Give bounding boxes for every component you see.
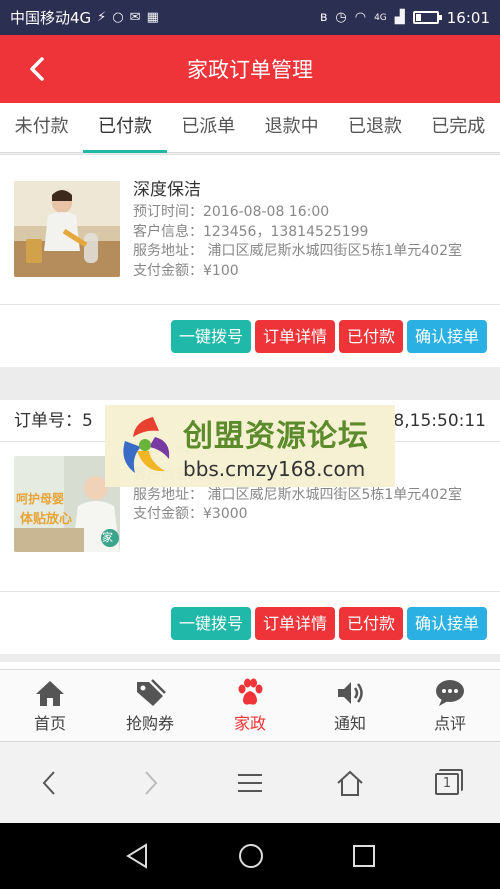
browser-home-button[interactable] <box>300 769 400 797</box>
keyboard-icon: ▦ <box>146 10 159 25</box>
call-button[interactable]: 一键拨号 <box>170 319 251 353</box>
paid-status-button[interactable]: 已付款 <box>338 319 403 353</box>
order-status-tabs: 未付款 已付款 已派单 退款中 已退款 已完成 <box>0 103 500 153</box>
watermark-url: bbs.cmzy168.com <box>183 457 366 481</box>
chevron-left-icon <box>30 57 44 81</box>
home-outline-icon <box>337 770 363 796</box>
message-icon: ○ <box>112 10 124 25</box>
tab-refunding[interactable]: 退款中 <box>250 103 333 152</box>
watermark-title: 创盟资源论坛 <box>183 419 369 454</box>
order-actions: 一键拨号 订单详情 已付款 确认接单 <box>0 305 500 367</box>
home-icon <box>36 680 64 706</box>
signal-icon: ▟ <box>394 10 405 25</box>
nav-notifications[interactable]: 通知 <box>300 670 400 741</box>
image-badge: 家 <box>102 531 113 544</box>
system-home-icon[interactable] <box>237 842 265 870</box>
back-button[interactable] <box>22 49 52 89</box>
confirm-order-button[interactable]: 确认接单 <box>406 606 487 640</box>
network-type-label: 4G <box>374 12 387 23</box>
order-card-body[interactable]: 深度保洁 预订时间：2016-08-08 16:00 客户信息：123456，1… <box>0 155 500 305</box>
menu-icon <box>238 773 262 792</box>
browser-menu-button[interactable] <box>200 771 300 795</box>
customer-info: 客户信息：123456，13814525199 <box>133 223 369 240</box>
chat-icon <box>436 679 464 706</box>
back-arrow-icon <box>42 770 55 795</box>
browser-tabs-button[interactable]: 1 <box>400 768 500 797</box>
order-card: 深度保洁 预订时间：2016-08-08 16:00 客户信息：123456，1… <box>0 154 500 367</box>
tag-icon <box>137 678 166 706</box>
carrier-label: 中国移动4G <box>10 9 92 27</box>
clock-time: 16:01 <box>446 8 490 27</box>
service-image <box>14 181 120 277</box>
order-details-button[interactable]: 订单详情 <box>254 606 335 640</box>
tab-dispatched[interactable]: 已派单 <box>167 103 250 152</box>
nav-reviews[interactable]: 点评 <box>400 670 500 741</box>
confirm-order-button[interactable]: 确认接单 <box>406 319 487 353</box>
usb-icon: ⚡ <box>97 10 107 25</box>
browser-forward-button[interactable] <box>100 769 200 797</box>
tab-completed[interactable]: 已完成 <box>417 103 500 152</box>
watermark-banner: 创盟资源论坛 bbs.cmzy168.com <box>105 405 395 487</box>
tab-paid[interactable]: 已付款 <box>83 103 167 153</box>
paw-icon <box>238 678 263 705</box>
payment-amount: 支付金额：¥3000 <box>133 506 248 522</box>
order-card-next <box>0 662 500 669</box>
forward-arrow-icon <box>145 770 158 795</box>
nav-home[interactable]: 首页 <box>0 670 100 741</box>
nav-coupons[interactable]: 抢购券 <box>100 670 200 741</box>
tabs-count: 1 <box>435 772 459 795</box>
tab-refunded[interactable]: 已退款 <box>333 103 416 152</box>
order-info: 深度保洁 预订时间：2016-08-08 16:00 客户信息：123456，1… <box>133 179 486 281</box>
nav-reviews-label: 点评 <box>433 713 466 733</box>
order-created-time: 8,15:50:11 <box>393 411 486 431</box>
mail-icon: ✉ <box>129 10 141 25</box>
image-slogan-2: 体贴放心 <box>20 512 73 527</box>
tabs-icon: 1 <box>435 768 465 797</box>
browser-back-button[interactable] <box>0 769 100 797</box>
nav-housekeeping[interactable]: 家政 <box>200 670 300 741</box>
order-details-button[interactable]: 订单详情 <box>254 319 335 353</box>
wifi-icon: ◠ <box>354 10 367 25</box>
payment-amount: 支付金额：¥100 <box>133 262 239 279</box>
order-number: 订单号：5 <box>14 411 93 431</box>
page-title: 家政订单管理 <box>187 58 313 82</box>
system-recents-icon[interactable] <box>352 844 376 868</box>
status-bar: 中国移动4G ⚡ ○ ✉ ▦ ʙ ◷ ◠ 4G ▟ 16:01 <box>0 0 500 35</box>
nav-notifications-label: 通知 <box>333 713 366 733</box>
booking-time: 预订时间：2016-08-08 16:00 <box>133 204 330 220</box>
nav-housekeeping-label: 家政 <box>233 713 266 733</box>
image-slogan-1: 呵护母婴 <box>16 492 65 506</box>
service-address: 服务地址： 浦口区威尼斯水城四街区5栋1单元402室 <box>133 243 462 259</box>
speaker-icon <box>338 681 363 704</box>
system-back-icon[interactable] <box>124 842 150 870</box>
browser-toolbar: 1 <box>0 741 500 823</box>
call-button[interactable]: 一键拨号 <box>170 606 251 640</box>
bluetooth-icon: ʙ <box>319 10 328 25</box>
order-actions: 一键拨号 订单详情 已付款 确认接单 <box>0 592 500 654</box>
watermark-logo-icon <box>115 411 177 481</box>
battery-icon <box>412 11 442 24</box>
nav-coupons-label: 抢购券 <box>125 713 174 733</box>
service-address: 服务地址： 浦口区威尼斯水城四街区5栋1单元402室 <box>133 486 462 503</box>
bottom-nav: 首页 抢购券 家政 通知 点评 <box>0 669 500 741</box>
tab-unpaid[interactable]: 未付款 <box>0 103 83 152</box>
system-nav-bar <box>0 823 500 889</box>
nav-home-label: 首页 <box>33 713 66 733</box>
paid-status-button[interactable]: 已付款 <box>338 606 403 640</box>
service-name: 深度保洁 <box>133 180 201 200</box>
alarm-icon: ◷ <box>335 10 347 25</box>
app-header: 家政订单管理 <box>0 35 500 103</box>
